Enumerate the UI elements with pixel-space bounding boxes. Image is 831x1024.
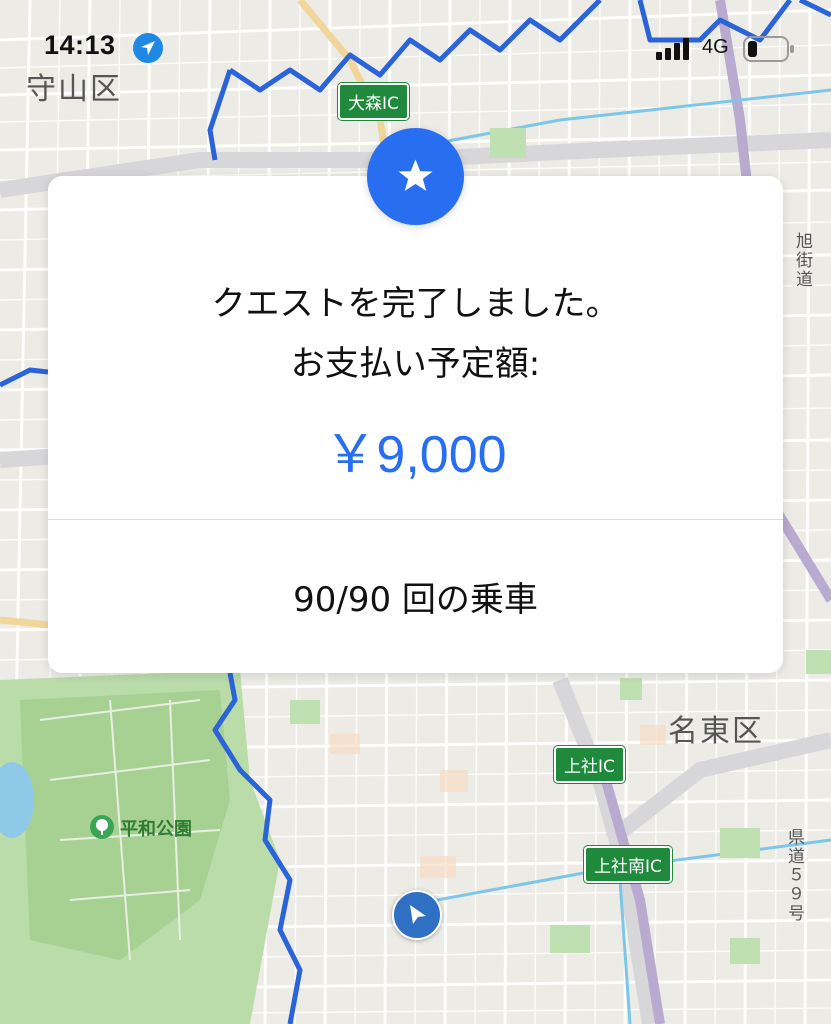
navigation-arrow-icon — [392, 890, 442, 940]
status-time: 14:13 — [44, 30, 116, 60]
star-badge — [367, 128, 464, 225]
payment-amount: ￥9,000 — [324, 426, 507, 484]
location-arrow-icon — [133, 33, 163, 63]
star-icon — [398, 159, 433, 191]
divider — [48, 519, 783, 520]
interchange-label-kamiyashiro-minami: 上社南IC — [584, 846, 672, 883]
interchange-label-omori: 大森IC — [338, 83, 409, 120]
interchange-label-kamiyashiro: 上社IC — [554, 746, 625, 783]
road-label-prefectural-59: 県道５９号 — [784, 828, 804, 923]
park-icon — [90, 815, 114, 839]
status-bar: 14:13 4G — [0, 0, 831, 70]
district-label-moriyama: 守山区 — [26, 72, 122, 107]
road-label-asahi-kaido: 旭街道 — [792, 232, 812, 289]
battery-icon — [743, 36, 794, 62]
park-label: 平和公園 — [120, 819, 192, 840]
district-label-meito: 名東区 — [668, 714, 764, 749]
ride-count: 90/90 回の乗車 — [293, 580, 538, 620]
network-type: 4G — [702, 36, 729, 58]
payment-label: お支払い予定額: — [290, 344, 541, 384]
signal-bars-icon — [656, 38, 689, 60]
quest-complete-message: クエストを完了しました。 — [211, 284, 620, 324]
quest-complete-card: クエストを完了しました。 お支払い予定額: ￥9,000 90/90 回の乗車 — [48, 176, 783, 673]
